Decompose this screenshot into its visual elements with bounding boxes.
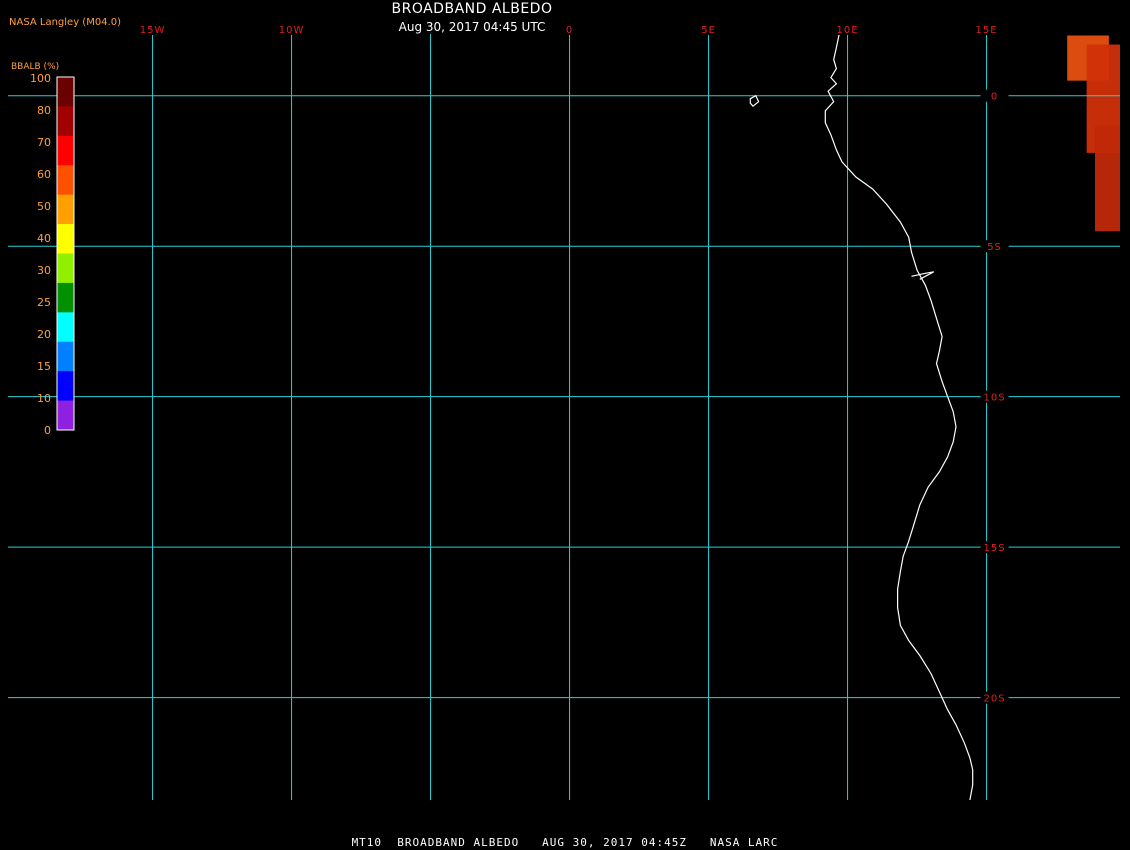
legend-tick-label: 0: [44, 424, 51, 437]
legend-tick-label: 100: [30, 72, 51, 85]
legend-swatch-7: [57, 282, 74, 313]
legend-tick-label: 40: [37, 232, 51, 245]
legend-swatch-1: [57, 106, 74, 137]
map-title: BROADBAND ALBEDO: [391, 1, 553, 17]
legend-tick-label: 70: [37, 136, 51, 149]
legend-tick-label: 20: [37, 328, 51, 341]
parallel-label-10s: 10S: [984, 393, 1006, 404]
map-subtitle: Aug 30, 2017 04:45 UTC: [398, 20, 546, 34]
meridian-label-15e: 15E: [976, 25, 998, 36]
overlay-cell-2: [1094, 125, 1120, 232]
legend-swatch-0: [57, 77, 74, 107]
parallel-label-5s: 5S: [987, 242, 1002, 253]
parallel-label-0: 0: [991, 92, 998, 103]
map-background: [0, 0, 1130, 850]
legend-swatch-5: [57, 224, 74, 254]
legend-tick-label: 50: [37, 200, 51, 213]
legend-tick-label: 30: [37, 264, 51, 277]
legend-tick-label: 60: [37, 168, 51, 181]
legend-swatch-3: [57, 165, 74, 196]
legend-swatch-6: [57, 253, 74, 284]
legend-swatch-10: [57, 371, 74, 402]
legend-tick-label: 10: [37, 392, 51, 405]
legend-title: BBALB (%): [11, 62, 60, 72]
legend-swatch-4: [57, 194, 74, 225]
parallel-label-15s: 15S: [984, 543, 1006, 554]
parallel-label-20s: 20S: [984, 694, 1006, 705]
legend-tick-label: 80: [37, 104, 51, 117]
legend-swatch-9: [57, 341, 74, 372]
footer-caption: MT10 BROADBAND ALBEDO AUG 30, 2017 04:45…: [351, 836, 779, 849]
legend-tick-label: 25: [37, 296, 51, 309]
legend-tick-label: 15: [37, 360, 51, 373]
legend-swatch-8: [57, 312, 74, 343]
albedo-map: 15W 10W 0 5E 10E 15E05S10S15S20S 100807060504…: [0, 0, 1130, 850]
legend-swatch-11: [57, 400, 74, 431]
legend-swatch-2: [57, 135, 74, 166]
